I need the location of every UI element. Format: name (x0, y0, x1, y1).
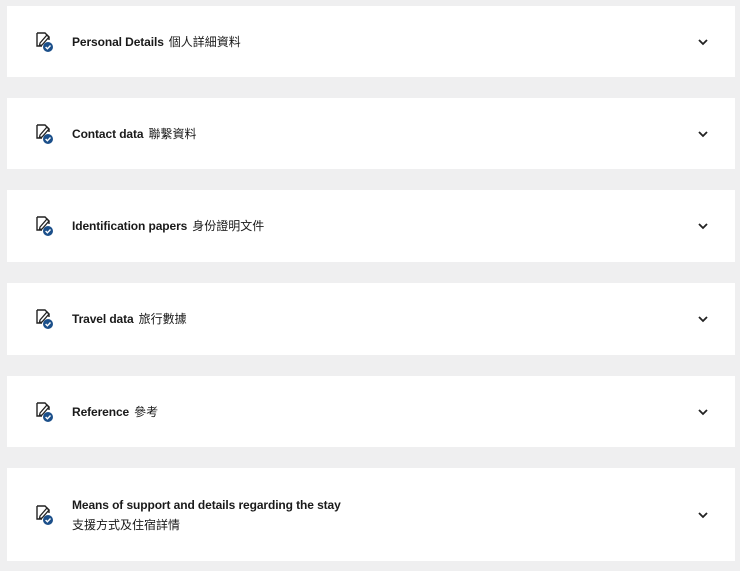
section-title-zh: 聯繫資料 (148, 126, 197, 141)
section-title-en: Contact data (72, 126, 144, 141)
accordion-section-identification-papers[interactable]: Identification papers 身份證明文件 (7, 190, 735, 262)
form-complete-icon (36, 123, 53, 144)
section-title: Reference 參考 (72, 402, 158, 422)
form-complete-icon (36, 504, 53, 525)
chevron-down-icon[interactable] (697, 314, 709, 324)
section-title-en: Personal Details (72, 34, 164, 49)
section-title-en: Reference (72, 404, 130, 419)
form-complete-icon (36, 31, 53, 52)
accordion-section-personal-details[interactable]: Personal Details 個人詳細資料 (7, 6, 735, 77)
section-title-zh: 旅行數據 (138, 312, 187, 326)
section-title-zh: 參考 (134, 404, 159, 419)
form-complete-icon (36, 401, 53, 422)
section-title-en: Means of support and details regarding t… (72, 497, 341, 512)
chevron-down-icon[interactable] (697, 221, 709, 231)
section-title: Travel data 旅行數據 (72, 309, 187, 329)
accordion-section-travel-data[interactable]: Travel data 旅行數據 (7, 283, 735, 355)
section-title: Identification papers 身份證明文件 (72, 216, 264, 236)
section-title-zh: 身份證明文件 (192, 219, 265, 233)
accordion-section-means-of-support[interactable]: Means of support and details regarding t… (7, 468, 735, 561)
accordion-section-contact-data[interactable]: Contact data 聯繫資料 (7, 98, 735, 169)
section-title: Personal Details 個人詳細資料 (72, 32, 241, 52)
section-title: Means of support and details regarding t… (72, 495, 341, 535)
chevron-down-icon[interactable] (697, 407, 709, 417)
form-complete-icon (36, 216, 53, 236)
section-title-zh: 支援方式及住宿詳情 (72, 517, 181, 532)
chevron-down-icon[interactable] (697, 129, 709, 139)
accordion-section-reference[interactable]: Reference 參考 (7, 376, 735, 447)
chevron-down-icon[interactable] (697, 510, 709, 520)
section-title-zh: 個人詳細資料 (168, 34, 241, 49)
section-title-en: Travel data (72, 312, 134, 326)
chevron-down-icon[interactable] (697, 37, 709, 47)
form-complete-icon (36, 309, 53, 329)
section-title-en: Identification papers (72, 219, 188, 233)
section-title: Contact data 聯繫資料 (72, 124, 197, 144)
